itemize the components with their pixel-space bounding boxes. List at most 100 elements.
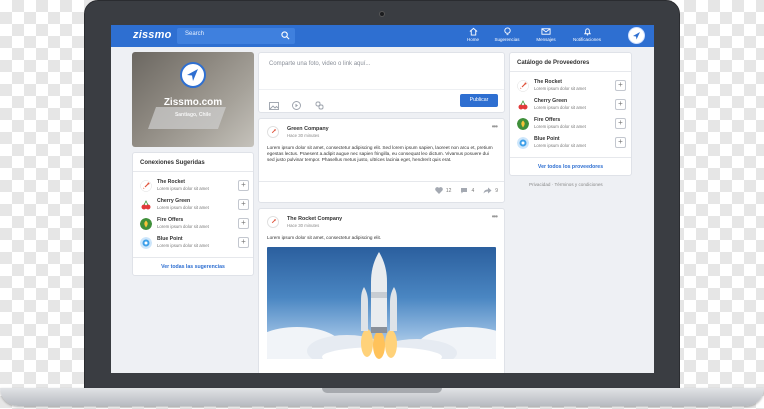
comment-button[interactable]: 4 [460, 187, 474, 194]
item-desc: Lorem ipsum dolor sit amet [157, 205, 209, 210]
divider [259, 181, 504, 182]
author-avatar[interactable] [267, 216, 279, 228]
rocket-icon [517, 80, 529, 92]
list-item[interactable]: The Rocket Lorem ipsum dolor sit amet + [517, 77, 627, 95]
item-desc: Lorem ipsum dolor sit amet [157, 243, 209, 248]
profile-card[interactable]: Zissmo.com Santiago, Chile [132, 52, 254, 147]
rocket-icon [140, 180, 152, 192]
home-icon [469, 27, 477, 36]
publish-button[interactable]: Publicar [460, 94, 498, 107]
post-time: Hace 30 minutes [287, 133, 320, 138]
post-card: The Rocket Company Hace 30 minutes ••• L… [258, 208, 505, 373]
add-button[interactable]: + [615, 118, 626, 129]
nav-suggestions[interactable]: Sugerencias [487, 27, 527, 42]
divider [510, 71, 631, 72]
post-text: Lorem ipsum dolor sit amet, consectetur … [267, 145, 493, 163]
top-navbar: zissmo Search Home Sugerencias Mensajes … [111, 25, 654, 47]
author-avatar[interactable] [267, 126, 279, 138]
share-button[interactable]: 9 [483, 187, 498, 194]
item-name: The Rocket [157, 179, 185, 185]
nav-notifications[interactable]: Notificaciones [567, 27, 607, 42]
item-desc: Lorem ipsum dolor sit amet [534, 105, 586, 110]
list-item[interactable]: Blue Point Lorem ipsum dolor sit amet + [517, 134, 627, 152]
cherry-icon [518, 100, 528, 110]
item-desc: Lorem ipsum dolor sit amet [534, 143, 586, 148]
add-button[interactable]: + [238, 218, 249, 229]
divider [133, 171, 253, 172]
post-image[interactable] [267, 247, 496, 359]
comment-icon [461, 188, 468, 194]
screen: zissmo Search Home Sugerencias Mensajes … [111, 25, 654, 373]
like-button[interactable]: 12 [435, 187, 451, 194]
list-item[interactable]: The Rocket Lorem ipsum dolor sit amet + [140, 177, 250, 195]
fire-icon [517, 118, 529, 130]
item-desc: Lorem ipsum dolor sit amet [534, 124, 586, 129]
image-icon[interactable] [269, 102, 279, 110]
comment-count: 4 [471, 187, 475, 194]
add-button[interactable]: + [238, 237, 249, 248]
item-desc: Lorem ipsum dolor sit amet [534, 86, 586, 91]
privacy-link[interactable]: Privacidad [529, 182, 550, 187]
more-options-icon[interactable]: ••• [492, 212, 498, 221]
cover-photo-laptop [147, 107, 227, 129]
cherry-icon [141, 200, 151, 210]
list-item[interactable]: Blue Point Lorem ipsum dolor sit amet + [140, 234, 250, 252]
nav-notifications-label: Notificaciones [572, 37, 601, 42]
list-item[interactable]: Fire Offers Lorem ipsum dolor sit amet + [140, 215, 250, 233]
item-name: The Rocket [534, 79, 562, 85]
post-stats: 12 4 9 [435, 187, 498, 194]
divider [259, 89, 504, 90]
profile-name[interactable]: Zissmo.com [132, 97, 254, 108]
terms-link[interactable]: Términos y condiciones [554, 182, 602, 187]
video-icon[interactable] [292, 101, 302, 110]
item-name: Fire Offers [534, 117, 561, 123]
list-item[interactable]: Cherry Green Lorem ipsum dolor sit amet … [517, 96, 627, 114]
user-avatar[interactable] [628, 27, 645, 44]
profile-location: Santiago, Chile [174, 112, 212, 118]
app-logo[interactable]: zissmo [133, 29, 172, 41]
divider [510, 157, 631, 158]
post-time: Hace 30 minutes [287, 223, 320, 228]
see-all-vendors-link[interactable]: Ver todos los proveedores [510, 164, 631, 170]
search-icon[interactable] [281, 31, 290, 40]
add-button[interactable]: + [238, 180, 249, 191]
see-all-suggestions-link[interactable]: Ver todas las sugerencias [133, 264, 253, 270]
post-author[interactable]: The Rocket Company [287, 216, 342, 222]
add-button[interactable]: + [615, 99, 626, 110]
composer-input[interactable]: Comparte una foto, video o link aquí... [269, 61, 370, 67]
post-composer: Comparte una foto, video o link aquí... … [258, 52, 505, 113]
add-button[interactable]: + [615, 80, 626, 91]
footer-links: Privacidad · Términos y condiciones [529, 182, 603, 187]
bell-icon [583, 28, 591, 36]
post-text: Lorem ipsum dolor sit amet, consectetur … [267, 235, 382, 240]
list-item[interactable]: Fire Offers Lorem ipsum dolor sit amet + [517, 115, 627, 133]
arrow-cursor-icon [187, 69, 198, 81]
nav-suggestions-label: Sugerencias [494, 37, 520, 42]
item-name: Cherry Green [534, 98, 568, 104]
nav-messages-label: Mensajes [536, 37, 556, 42]
add-button[interactable]: + [238, 199, 249, 210]
more-options-icon[interactable]: ••• [492, 122, 498, 131]
item-name: Blue Point [534, 136, 560, 142]
heart-icon [435, 187, 443, 194]
search-input[interactable]: Search [177, 28, 295, 44]
item-name: Fire Offers [157, 217, 184, 223]
post-card: Green Company Hace 30 minutes ••• Lorem … [258, 118, 505, 203]
rocket-launch-image [267, 252, 496, 359]
divider [133, 257, 253, 258]
item-desc: Lorem ipsum dolor sit amet [157, 224, 209, 229]
mail-icon [541, 28, 551, 35]
laptop-notch [322, 388, 442, 393]
search-placeholder: Search [185, 31, 205, 37]
post-author[interactable]: Green Company [287, 126, 329, 132]
nav-messages[interactable]: Mensajes [526, 27, 566, 42]
bluepoint-icon [140, 237, 152, 249]
link-icon[interactable] [315, 101, 324, 110]
add-button[interactable]: + [615, 137, 626, 148]
fire-icon [140, 218, 152, 230]
item-desc: Lorem ipsum dolor sit amet [157, 186, 209, 191]
item-name: Blue Point [157, 236, 183, 242]
vendor-catalog-card: Catálogo de Proveedores The Rocket Lorem… [509, 52, 632, 176]
profile-logo [180, 62, 206, 88]
list-item[interactable]: Cherry Green Lorem ipsum dolor sit amet … [140, 196, 250, 214]
